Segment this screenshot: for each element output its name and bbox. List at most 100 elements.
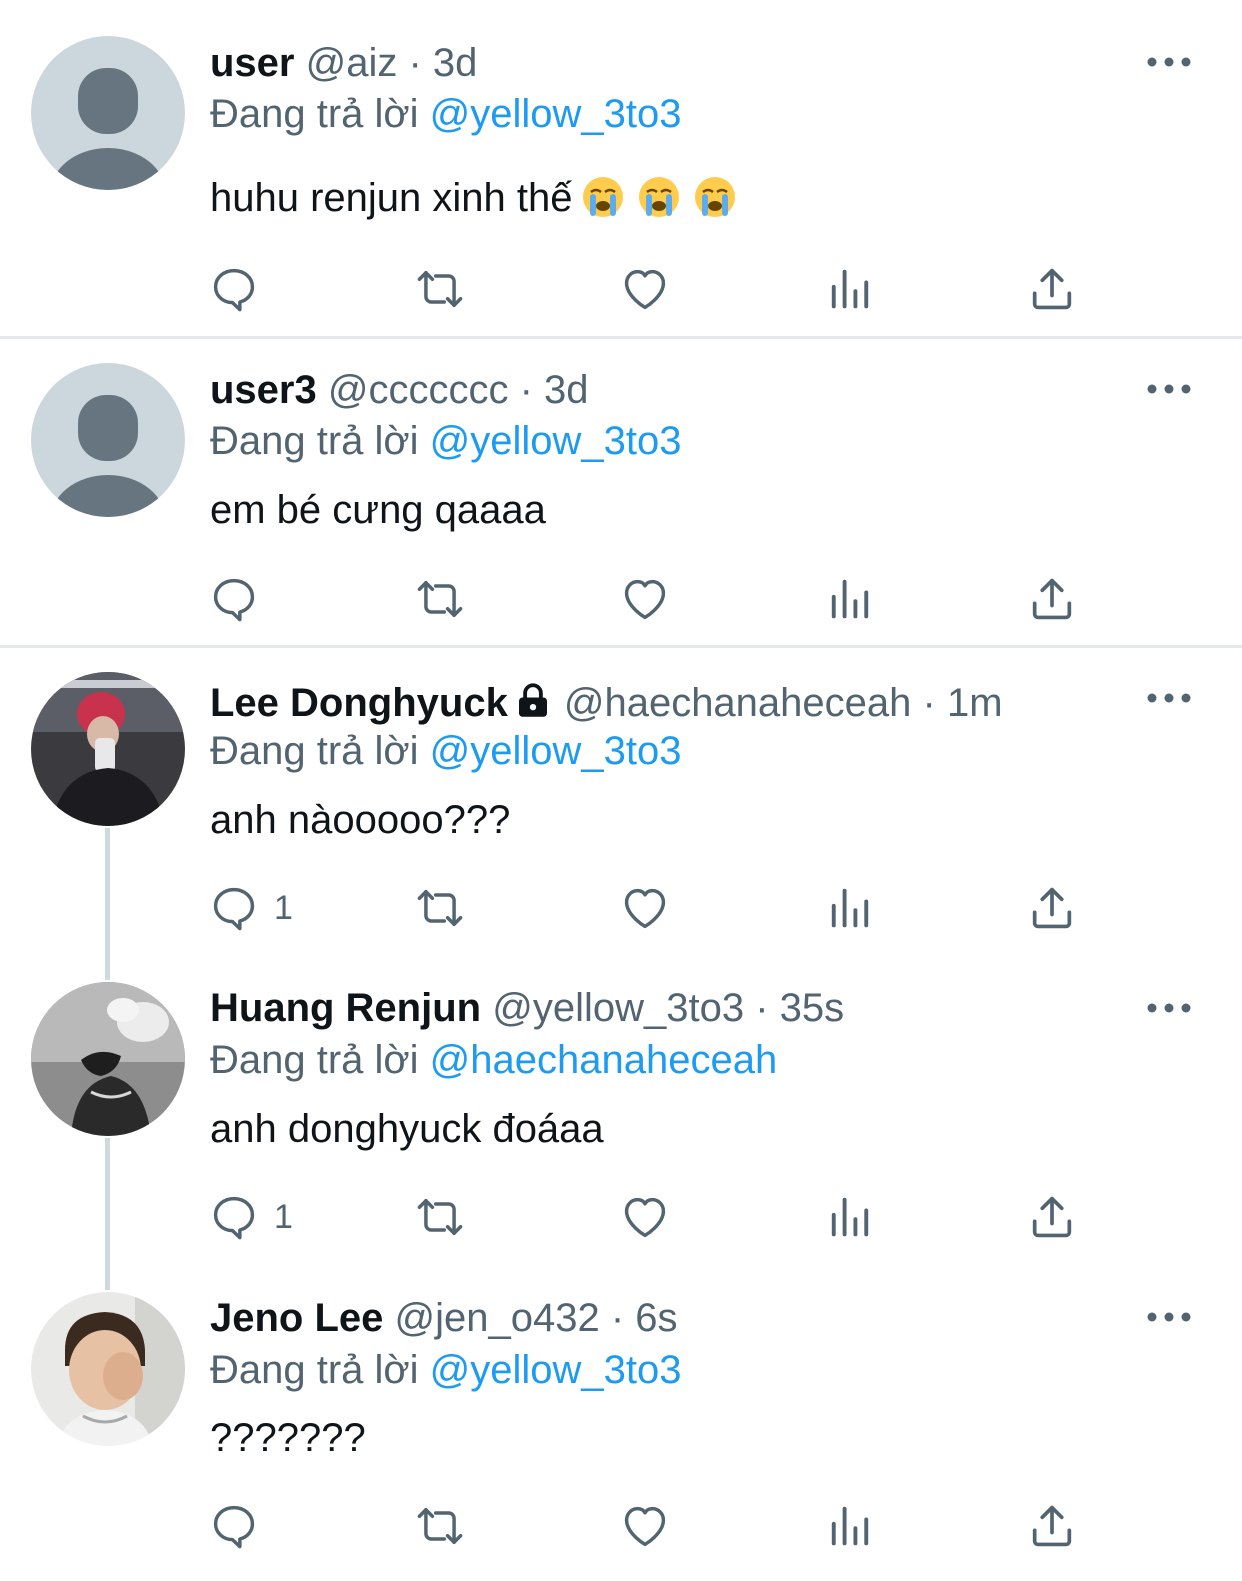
retweet-icon <box>417 890 463 926</box>
tweet-header: user @aiz · 3d <box>210 38 477 88</box>
analytics-icon <box>831 1197 869 1237</box>
timestamp[interactable]: 3d <box>544 368 589 412</box>
more-options-icon[interactable] <box>1146 52 1192 72</box>
tweet[interactable]: user @aiz · 3d Đang trả lời @yellow_3to3… <box>0 0 1242 337</box>
action-bar <box>0 259 1242 319</box>
reply-button[interactable]: 1 <box>208 1187 293 1247</box>
tweet[interactable]: Lee Donghyuck @haechanaheceah · 1m Đang t… <box>0 648 1242 957</box>
tweet[interactable]: Jeno Lee @jen_o432 · 6s Đang trả lời @ye… <box>0 1267 1242 1581</box>
like-button[interactable] <box>619 1187 671 1247</box>
reply-mention-link[interactable]: @yellow_3to3 <box>430 92 682 136</box>
tweet-header: Lee Donghyuck @haechanaheceah · 1m <box>210 678 1003 728</box>
reply-button[interactable] <box>208 1496 274 1556</box>
share-button[interactable] <box>1026 569 1078 629</box>
analytics-icon <box>831 888 869 928</box>
reply-count: 1 <box>274 888 293 927</box>
tweet-text-content: anh nàooooo??? <box>210 798 511 842</box>
separator: · <box>397 41 433 85</box>
timestamp[interactable]: 1m <box>947 681 1003 725</box>
share-button[interactable] <box>1026 878 1078 938</box>
retweet-button[interactable] <box>414 259 466 319</box>
timestamp[interactable]: 6s <box>635 1296 677 1340</box>
display-name[interactable]: user3 <box>210 368 317 412</box>
reply-button[interactable]: 1 <box>208 878 293 938</box>
retweet-icon <box>417 581 463 617</box>
avatar[interactable] <box>31 1292 185 1446</box>
action-bar <box>0 1496 1242 1556</box>
retweet-button[interactable] <box>414 1496 466 1556</box>
tweet-text-content: huhu renjun xinh thế <box>210 176 573 220</box>
reply-mention-link[interactable]: @yellow_3to3 <box>430 1348 682 1392</box>
tweet-text: ??????? <box>210 1410 366 1466</box>
reply-count: 1 <box>274 1197 293 1236</box>
action-bar: 1 <box>0 878 1242 938</box>
views-button[interactable] <box>824 878 876 938</box>
views-button[interactable] <box>824 569 876 629</box>
heart-icon <box>624 1197 666 1238</box>
more-options-icon[interactable] <box>1146 379 1192 399</box>
tweet-header: Huang Renjun @yellow_3to3 · 35s <box>210 983 844 1033</box>
retweet-button[interactable] <box>414 878 466 938</box>
share-button[interactable] <box>1026 1187 1078 1247</box>
more-options-icon[interactable] <box>1146 1307 1192 1327</box>
timestamp[interactable]: 3d <box>433 41 478 85</box>
heart-icon <box>624 269 666 310</box>
reply-icon <box>213 578 255 622</box>
handle[interactable]: @ccccccc <box>328 368 509 412</box>
reply-context: Đang trả lời @yellow_3to3 <box>210 1345 682 1395</box>
retweet-icon <box>417 271 463 307</box>
avatar[interactable] <box>31 672 185 826</box>
reply-icon <box>213 1505 255 1549</box>
display-name[interactable]: Lee Donghyuck <box>210 681 508 725</box>
reply-mention-link[interactable]: @haechanaheceah <box>430 1038 778 1082</box>
reply-context: Đang trả lời @haechanaheceah <box>210 1035 777 1085</box>
separator: · <box>508 368 545 412</box>
views-button[interactable] <box>824 1496 876 1556</box>
tweet-text-content: em bé cưng qaaaa <box>210 488 546 532</box>
tweet-header: user3 @ccccccc · 3d <box>210 365 589 415</box>
display-name[interactable]: Jeno Lee <box>210 1296 383 1340</box>
like-button[interactable] <box>619 878 671 938</box>
more-options-icon[interactable] <box>1146 998 1192 1018</box>
timestamp[interactable]: 35s <box>780 986 845 1030</box>
avatar[interactable] <box>31 363 185 517</box>
analytics-icon <box>831 579 869 619</box>
handle[interactable]: @aiz <box>306 41 398 85</box>
share-button[interactable] <box>1026 1496 1078 1556</box>
heart-icon <box>624 579 666 620</box>
like-button[interactable] <box>619 1496 671 1556</box>
reply-button[interactable] <box>208 569 274 629</box>
reply-mention-link[interactable]: @yellow_3to3 <box>430 419 682 463</box>
handle[interactable]: @yellow_3to3 <box>492 986 744 1030</box>
handle[interactable]: @haechanaheceah <box>564 681 912 725</box>
reply-prefix: Đang trả lời <box>210 729 430 773</box>
tweet-text: anh donghyuck đoáaa <box>210 1101 604 1157</box>
avatar[interactable] <box>31 982 185 1136</box>
views-button[interactable] <box>824 259 876 319</box>
reply-context: Đang trả lời @yellow_3to3 <box>210 416 682 466</box>
views-button[interactable] <box>824 1187 876 1247</box>
separator: · <box>599 1296 636 1340</box>
tweet-text-content: ??????? <box>210 1416 366 1460</box>
action-bar: 1 <box>0 1187 1242 1247</box>
retweet-button[interactable] <box>414 569 466 629</box>
reply-icon <box>213 887 255 931</box>
tweet[interactable]: user3 @ccccccc · 3d Đang trả lời @yellow… <box>0 339 1242 646</box>
like-button[interactable] <box>619 569 671 629</box>
like-button[interactable] <box>619 259 671 319</box>
reply-mention-link[interactable]: @yellow_3to3 <box>430 729 682 773</box>
display-name[interactable]: user <box>210 41 295 85</box>
handle[interactable]: @jen_o432 <box>395 1296 600 1340</box>
display-name[interactable]: Huang Renjun <box>210 986 481 1030</box>
avatar[interactable] <box>31 36 185 190</box>
share-icon <box>1032 1505 1072 1547</box>
separator: · <box>911 681 947 725</box>
more-options-icon[interactable] <box>1146 688 1192 708</box>
share-button[interactable] <box>1026 259 1078 319</box>
analytics-icon <box>831 1506 869 1546</box>
separator: · <box>744 986 780 1030</box>
tweet-text: huhu renjun xinh thế <box>210 170 737 226</box>
retweet-button[interactable] <box>414 1187 466 1247</box>
reply-button[interactable] <box>208 259 274 319</box>
tweet[interactable]: Huang Renjun @yellow_3to3 · 35s Đang trả… <box>0 957 1242 1267</box>
